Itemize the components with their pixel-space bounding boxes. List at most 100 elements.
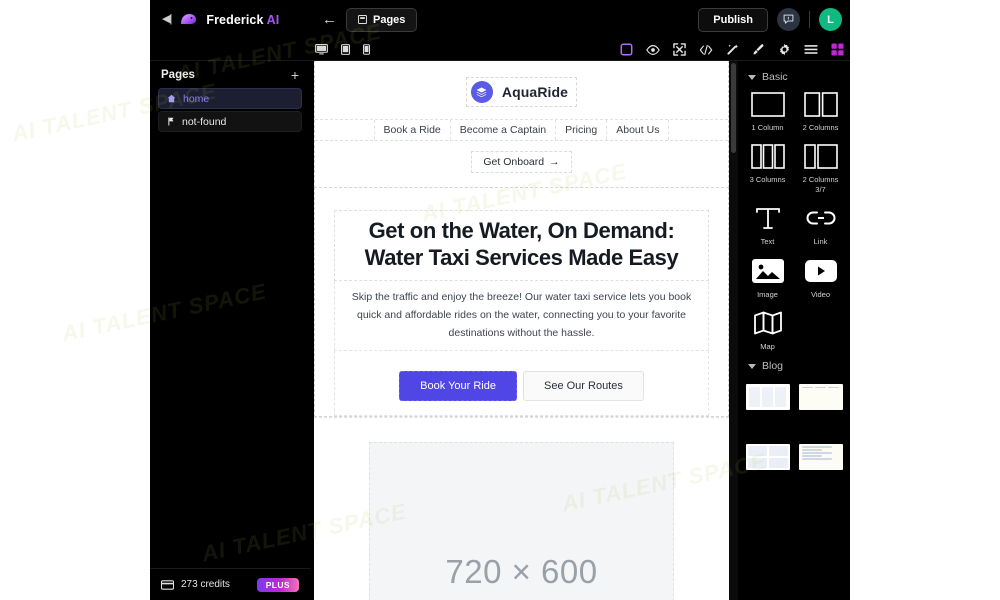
nav-link-become-a-captain[interactable]: Become a Captain	[449, 120, 555, 140]
code-icon[interactable]	[699, 44, 713, 56]
gear-icon[interactable]	[778, 43, 791, 56]
add-page-button[interactable]: +	[291, 68, 299, 82]
media-section[interactable]: 720 × 600	[314, 416, 729, 600]
topbar-actions: Publish L	[698, 0, 842, 39]
component-2-columns[interactable]: 2 Columns	[797, 89, 844, 132]
nav-link-about-us[interactable]: About Us	[606, 120, 670, 140]
pages-tab-label: Pages	[373, 13, 406, 26]
component-label: Text	[760, 237, 775, 247]
site-logo-text: AquaRide	[501, 84, 569, 100]
website-canvas[interactable]: AquaRide Book a Ride Become a Captain Pr…	[314, 61, 729, 600]
toolbar-divider	[809, 11, 810, 28]
brush-icon[interactable]	[752, 43, 765, 56]
get-onboard-label: Get Onboard	[483, 156, 545, 168]
image-placeholder-label: 720 × 600	[445, 552, 598, 590]
component-blog-two-col[interactable]	[744, 444, 791, 474]
blocks-grid-icon[interactable]	[831, 43, 844, 56]
hero-section[interactable]: Get on the Water, On Demand: Water Taxi …	[314, 187, 729, 417]
select-tool-icon[interactable]	[620, 43, 633, 56]
text-icon	[755, 203, 781, 233]
component-label: Video	[810, 289, 831, 299]
component-label: Link	[813, 237, 828, 247]
pages-sidebar-header: Pages +	[150, 61, 310, 88]
nav-link-book-a-ride[interactable]: Book a Ride	[373, 120, 450, 140]
see-our-routes-button[interactable]: See Our Routes	[522, 370, 644, 401]
comment-icon[interactable]	[777, 8, 800, 31]
blog-two-col-template-icon	[745, 444, 790, 471]
page-layout-icon	[358, 15, 367, 24]
book-your-ride-button[interactable]: Book Your Ride	[399, 370, 517, 401]
blog-list-template-icon	[798, 384, 843, 411]
fullscreen-icon[interactable]	[673, 43, 686, 56]
one-column-icon	[750, 89, 785, 119]
magic-wand-icon[interactable]	[726, 43, 739, 56]
hero-heading[interactable]: Get on the Water, On Demand: Water Taxi …	[334, 210, 709, 281]
hero-paragraph[interactable]: Skip the traffic and enjoy the breeze! O…	[334, 280, 709, 351]
component-blog-sidebar[interactable]	[797, 444, 844, 474]
back-button[interactable]: ←	[322, 12, 337, 27]
component-text[interactable]: Text	[744, 203, 791, 246]
canvas-area: AquaRide Book a Ride Become a Captain Pr…	[310, 61, 738, 600]
sidebar-item-label: home	[183, 92, 210, 105]
component-3-columns[interactable]: 3 Columns	[744, 141, 791, 194]
component-label: Image	[757, 289, 778, 299]
brand-title: Frederick AI	[206, 13, 279, 27]
chevron-down-icon	[748, 74, 756, 80]
sidebar-item-not-found[interactable]: not-found	[158, 111, 302, 132]
sidebar-item-home[interactable]: home	[158, 88, 302, 109]
nav-link-pricing[interactable]: Pricing	[555, 120, 606, 140]
top-bar: ◀| Frederick AI ← Pages Publish L	[150, 0, 850, 39]
component-1-column[interactable]: 1 Column	[744, 89, 791, 132]
three-columns-icon	[750, 141, 785, 171]
collapse-sidebar-icon[interactable]: ◀|	[162, 14, 172, 25]
layers-list-icon[interactable]	[804, 44, 818, 55]
components-group-title: Basic	[762, 71, 788, 83]
map-icon	[753, 308, 782, 338]
component-2-columns-37[interactable]: 2 Columns 3/7	[797, 141, 844, 194]
frederick-logo-icon	[180, 12, 197, 27]
pages-sidebar: Pages + home not-found 273 credits PLUS	[150, 61, 310, 600]
desktop-viewport-icon[interactable]	[315, 44, 328, 55]
component-map[interactable]: Map	[744, 308, 791, 351]
arrow-right-icon: →	[549, 156, 560, 168]
avatar[interactable]: L	[819, 8, 842, 31]
get-onboard-button[interactable]: Get Onboard →	[471, 151, 572, 173]
preview-eye-icon[interactable]	[646, 44, 660, 56]
sub-toolbar	[150, 39, 850, 61]
component-blog-list[interactable]	[797, 384, 844, 414]
site-logo[interactable]: AquaRide	[465, 77, 578, 107]
page-title: Pages	[161, 69, 195, 81]
brand-suffix-text: AI	[266, 12, 280, 27]
flag-icon	[167, 117, 175, 126]
site-header-section[interactable]: AquaRide Book a Ride Become a Captain Pr…	[314, 61, 729, 188]
pages-tab[interactable]: Pages	[346, 7, 418, 32]
components-panel: Basic 1 Column 2 Columns 3 Columns 2 Col…	[738, 61, 850, 600]
publish-button[interactable]: Publish	[698, 7, 768, 32]
credits-bar: 273 credits PLUS	[150, 568, 310, 600]
two-columns-icon	[803, 89, 838, 119]
component-blog-cards[interactable]	[744, 384, 791, 414]
component-video[interactable]: Video	[797, 256, 844, 299]
mobile-viewport-icon[interactable]	[363, 44, 370, 55]
chevron-down-icon	[748, 363, 756, 369]
canvas-scrollbar[interactable]	[729, 61, 738, 600]
credit-card-icon	[161, 579, 174, 590]
tablet-viewport-icon[interactable]	[341, 44, 350, 55]
editor-tools	[620, 43, 844, 56]
components-grid-blog	[744, 384, 844, 474]
components-group-blog-header[interactable]: Blog	[744, 357, 844, 378]
component-link[interactable]: Link	[797, 203, 844, 246]
video-icon	[804, 256, 837, 286]
component-image[interactable]: Image	[744, 256, 791, 299]
brand-name-text: Frederick	[206, 12, 264, 27]
plus-badge[interactable]: PLUS	[256, 577, 299, 592]
components-group-basic-header[interactable]: Basic	[744, 68, 844, 89]
editor-window: ◀| Frederick AI ← Pages Publish L Pages …	[150, 0, 850, 600]
home-icon	[167, 94, 176, 103]
component-label: 3 Columns	[749, 175, 786, 185]
image-placeholder[interactable]: 720 × 600	[369, 441, 674, 600]
component-label: Map	[760, 341, 775, 351]
components-group-title: Blog	[762, 360, 784, 373]
site-nav: Book a Ride Become a Captain Pricing Abo…	[315, 119, 728, 141]
link-icon	[806, 203, 836, 233]
